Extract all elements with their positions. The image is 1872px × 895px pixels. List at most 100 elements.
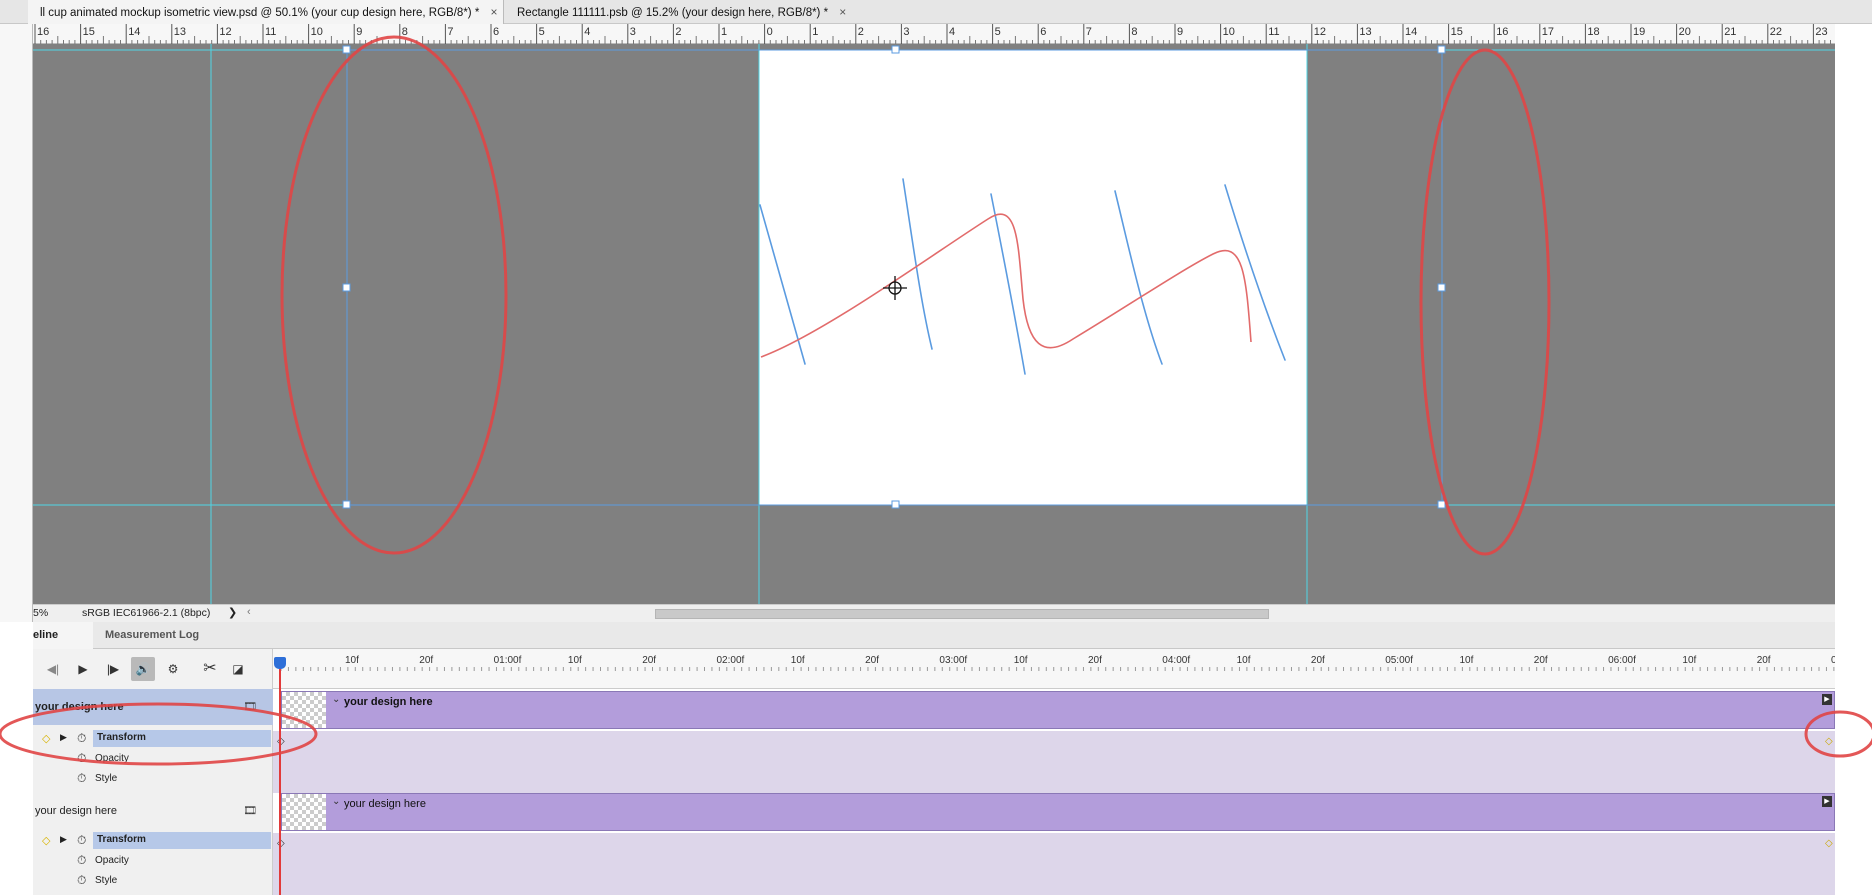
stopwatch-icon[interactable]: ⏱: [77, 771, 86, 786]
stopwatch-icon[interactable]: ⏱: [77, 751, 86, 766]
keyframe-nav-diamond-icon[interactable]: ◇: [42, 834, 50, 847]
ruler-ticks: 16 15 14 13 12 11 10 9 8 7 6 5 4 3 2 1 0 1 2 3 4 5 6 7 8 9 10 11 12 1…: [34, 24, 1831, 44]
time-label: 20f: [1534, 655, 1548, 666]
time-label: 10f: [345, 655, 359, 666]
property-row-transform[interactable]: ◇ ▶ ⏱ Transform: [33, 729, 273, 749]
transition-icon[interactable]: ◪: [226, 657, 250, 681]
ruler-label: 2: [858, 26, 864, 38]
property-label: Style: [95, 875, 118, 886]
close-icon[interactable]: ×: [839, 5, 846, 19]
film-icon[interactable]: 🎞: [243, 700, 257, 713]
document-tab-cup-mockup[interactable]: ll cup animated mockup isometric view.ps…: [28, 0, 504, 24]
status-bar: 5% sRGB IEC61966-2.1 (8bpc) ❯ ‹: [33, 604, 1835, 622]
time-label: 10f: [1460, 655, 1474, 666]
video-clip[interactable]: ⌄ your design here ▶: [281, 691, 1835, 729]
layer-row[interactable]: your design here 🎞: [33, 689, 273, 725]
ruler-label: 6: [493, 26, 499, 38]
keyframe-diamond-icon[interactable]: ◇: [1825, 838, 1833, 849]
chevron-left-icon[interactable]: ‹: [247, 606, 251, 618]
document-tab-rectangle[interactable]: Rectangle 111111.psb @ 15.2% (your desig…: [505, 0, 850, 24]
property-row-style[interactable]: ⏱ Style: [33, 871, 273, 891]
canvas-drawing[interactable]: [33, 44, 1835, 604]
transform-handle: [1437, 283, 1446, 292]
close-icon[interactable]: ×: [491, 5, 498, 19]
ruler-label: 14: [1405, 26, 1417, 38]
clip-end-arrow-icon[interactable]: ▶: [1822, 796, 1832, 807]
ruler-label: 14: [128, 26, 140, 38]
horizontal-ruler[interactable]: 16 15 14 13 12 11 10 9 8 7 6 5 4 3 2 1 0 1 2 3 4 5 6 7 8 9 10 11 12 1…: [33, 24, 1835, 44]
ruler-label: 5: [995, 26, 1001, 38]
ruler-label: 13: [174, 26, 186, 38]
ruler-label: 23: [1815, 26, 1827, 38]
keyframe-nav-diamond-icon[interactable]: ◇: [42, 732, 50, 745]
audio-toggle-button[interactable]: 🔊: [131, 657, 155, 681]
ruler-label: 20: [1679, 26, 1691, 38]
split-scissors-icon[interactable]: ✂: [198, 657, 222, 681]
playhead-line[interactable]: [279, 669, 281, 895]
transform-handle: [891, 45, 900, 54]
document-tab-bar: ll cup animated mockup isometric view.ps…: [0, 0, 1872, 24]
artboard: [759, 50, 1307, 505]
time-label: 20f: [642, 655, 656, 666]
keyframe-diamond-icon[interactable]: ◇: [1825, 736, 1833, 747]
playhead-handle[interactable]: [274, 657, 286, 669]
vertical-ruler[interactable]: [0, 24, 33, 622]
tab-title: ll cup animated mockup isometric view.ps…: [40, 7, 480, 19]
ruler-label: 16: [1496, 26, 1508, 38]
horizontal-scrollbar[interactable]: [655, 609, 1269, 619]
property-track[interactable]: ◇ ◇: [273, 731, 1835, 793]
property-row-style[interactable]: ⏱ Style: [33, 769, 273, 789]
go-to-first-frame-button[interactable]: ◀|: [41, 657, 65, 681]
canvas-area[interactable]: [33, 44, 1835, 604]
property-row-transform[interactable]: ◇ ▶ ⏱ Transform: [33, 831, 273, 851]
zoom-level[interactable]: 5%: [33, 607, 48, 619]
stopwatch-icon[interactable]: ⏱: [77, 873, 86, 888]
timeline-tracks: ⌄ your design here ▶ ◇ ◇ ⌄ your design h…: [273, 689, 1835, 895]
tab-measurement-log[interactable]: Measurement Log: [97, 622, 207, 649]
expand-triangle-icon[interactable]: ▶: [60, 834, 67, 845]
stopwatch-icon[interactable]: ⏱: [77, 853, 86, 868]
settings-gear-icon[interactable]: ⚙: [161, 657, 185, 681]
clip-end-arrow-icon[interactable]: ▶: [1822, 694, 1832, 705]
transform-handle: [342, 45, 351, 54]
ruler-label: 5: [539, 26, 545, 38]
ruler-label: 10: [1223, 26, 1235, 38]
stopwatch-icon[interactable]: ⏱: [77, 833, 86, 848]
expand-triangle-icon[interactable]: ▶: [60, 732, 67, 743]
transform-handle: [342, 283, 351, 292]
time-label: 05:00f: [1385, 655, 1413, 666]
time-ticks: 10f 20f 01:00f 10f 20f 02:00f 10f 20f 03:00f 10f 2…: [280, 655, 1835, 671]
transform-handle: [1437, 45, 1446, 54]
ruler-label: 4: [584, 26, 590, 38]
time-label: 10f: [1014, 655, 1028, 666]
stopwatch-icon[interactable]: ⏱: [77, 731, 86, 746]
time-label: 10f: [791, 655, 805, 666]
chevron-down-icon[interactable]: ⌄: [332, 694, 340, 705]
property-label: Opacity: [95, 753, 129, 764]
ruler-label: 4: [949, 26, 955, 38]
ruler-label: 2: [675, 26, 681, 38]
property-label: Style: [95, 773, 118, 784]
ruler-label: 9: [1177, 26, 1183, 38]
ruler-label: 19: [1633, 26, 1645, 38]
time-label: 20f: [419, 655, 433, 666]
property-row-opacity[interactable]: ⏱ Opacity: [33, 749, 273, 769]
video-clip[interactable]: ⌄ your design here ▶: [281, 793, 1835, 831]
play-button[interactable]: ▶: [71, 657, 95, 681]
time-label: 10f: [1682, 655, 1696, 666]
property-track[interactable]: ◇ ◇: [273, 833, 1835, 895]
next-frame-button[interactable]: |▶: [101, 657, 125, 681]
timeline-layer-list: your design here 🎞 ◇ ▶ ⏱ Transform ⏱ Opa…: [33, 689, 273, 895]
transform-handle: [1437, 500, 1446, 509]
tab-timeline[interactable]: eline: [33, 622, 93, 649]
time-ruler[interactable]: 10f 20f 01:00f 10f 20f 02:00f 10f 20f 03:00f 10f 2…: [273, 649, 1835, 689]
ruler-label: 15: [1451, 26, 1463, 38]
time-label: 20f: [1088, 655, 1102, 666]
layer-row[interactable]: your design here 🎞: [33, 793, 273, 829]
chevron-right-icon[interactable]: ❯: [228, 606, 237, 619]
ruler-label: 16: [37, 26, 49, 38]
film-icon[interactable]: 🎞: [243, 804, 257, 817]
property-row-opacity[interactable]: ⏱ Opacity: [33, 851, 273, 871]
time-label: 20f: [865, 655, 879, 666]
chevron-down-icon[interactable]: ⌄: [332, 796, 340, 807]
